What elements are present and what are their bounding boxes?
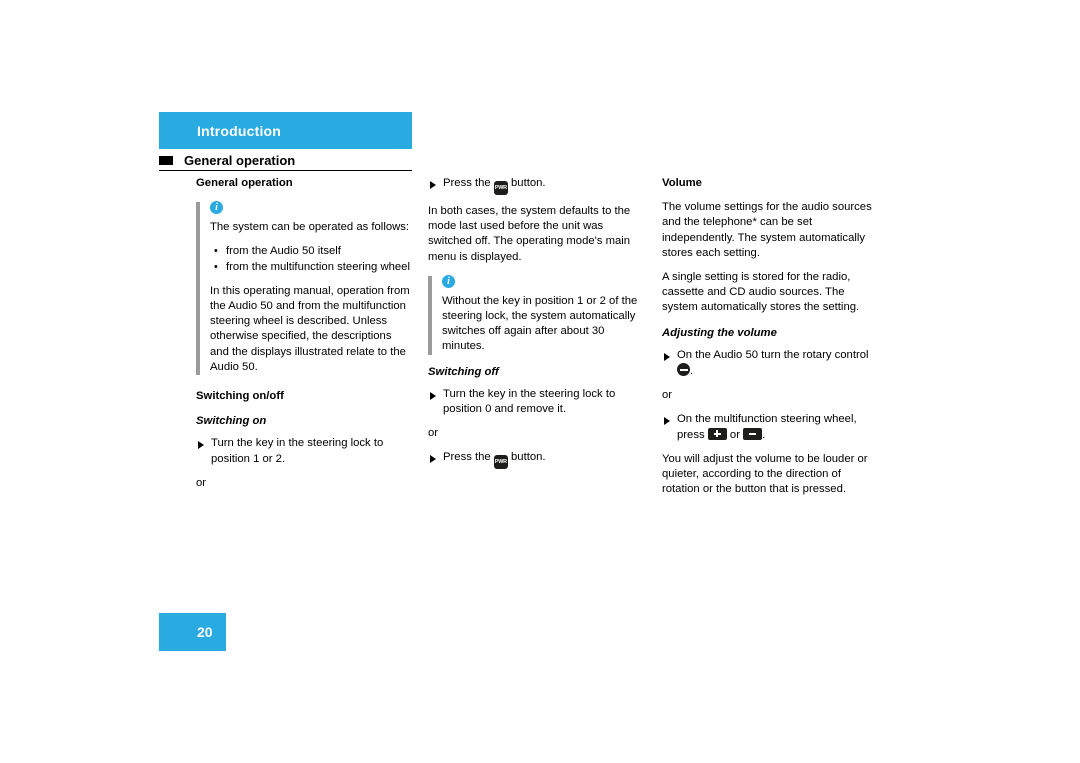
list-item: from the multifunction steering wheel [210, 260, 411, 275]
square-marker-icon [159, 155, 173, 165]
chapter-header-bar: Introduction [159, 112, 412, 149]
col2-info-callout: i Without the key in position 1 or 2 of … [428, 274, 643, 355]
col2-step-press-post: button. [511, 177, 546, 189]
manual-page: Introduction General operation General o… [0, 0, 1080, 763]
col1-subhead-switching: Switching on/off [196, 390, 284, 403]
col2-callout-text: Without the key in position 1 or 2 of th… [442, 294, 638, 353]
col2-step-press2-pre: Press the [443, 451, 491, 464]
col1-italic-switching-on: Switching on [196, 415, 267, 428]
col2-italic-switching-off: Switching off [428, 365, 499, 378]
minus-button-icon [743, 427, 763, 440]
col1-info-callout: i The system can be operated as follows:… [196, 200, 411, 375]
list-item: from the Audio 50 itself [210, 244, 411, 259]
plus-button-icon [707, 427, 727, 440]
power-button-icon: PWR [493, 181, 508, 195]
col3-step-mfsw-mid: or [729, 428, 740, 441]
page-number-block: 20 [159, 613, 226, 651]
col2-step-press-pre: Press the [443, 177, 491, 189]
info-icon: i [442, 274, 455, 288]
heading-divider [159, 170, 412, 171]
info-icon: i [210, 201, 223, 215]
section-title: General operation [184, 152, 296, 168]
col3-or: or [662, 389, 673, 402]
col3-italic-adjusting: Adjusting the volume [662, 326, 777, 339]
col1-heading: General operation [196, 177, 293, 189]
col1-callout-intro: The system can be operated as follows: [210, 221, 410, 234]
chapter-title: Introduction [197, 122, 282, 139]
col3-paragraph-3: You will adjust the volume to be louder … [662, 452, 868, 496]
col2-step-press2-post: button. [511, 451, 546, 464]
col3-paragraph-1: The volume settings for the audio source… [662, 201, 872, 259]
col2-paragraph-defaults: In both cases, the system defaults to th… [428, 205, 631, 263]
col3-step-rotary-pre: On the Audio 50 turn the rotary control [677, 348, 869, 361]
col1-step-turn-key: Turn the key in the steering lock to pos… [196, 436, 411, 466]
col1-bullet-list: from the Audio 50 itself from the multif… [210, 244, 411, 275]
col2-step-press-power-2: Press the PWR button. [428, 450, 643, 470]
col3-paragraph-2: A single setting is stored for the radio… [662, 271, 860, 314]
col1-callout-paragraph: In this operating manual, operation from… [210, 284, 410, 373]
page-number: 20 [197, 624, 213, 640]
col3-heading: Volume [662, 177, 702, 189]
col3-step-rotary-post: . [690, 365, 694, 378]
rotary-knob-icon [677, 363, 690, 377]
col3-step-mfsw-post: . [762, 428, 766, 441]
col3-step-mfsw: On the multifunction steering wheel, pre… [662, 412, 877, 442]
column-three: Volume The volume settings for the audio… [662, 176, 877, 506]
section-heading: General operation [159, 151, 412, 169]
col2-step-turn-key-off: Turn the key in the steering lock to pos… [428, 387, 643, 417]
power-button-icon: PWR [493, 455, 508, 470]
col1-or: or [196, 476, 207, 489]
column-one: General operation i The system can be op… [196, 176, 411, 500]
col3-step-rotary: On the Audio 50 turn the rotary control … [662, 348, 877, 379]
col2-or: or [428, 427, 439, 440]
column-two: Press the PWR button. In both cases, the… [428, 176, 643, 478]
col2-step-press-power: Press the PWR button. [428, 176, 643, 195]
col3-step-mfsw-pre: On the multifunction steering wheel, pre… [677, 413, 857, 441]
